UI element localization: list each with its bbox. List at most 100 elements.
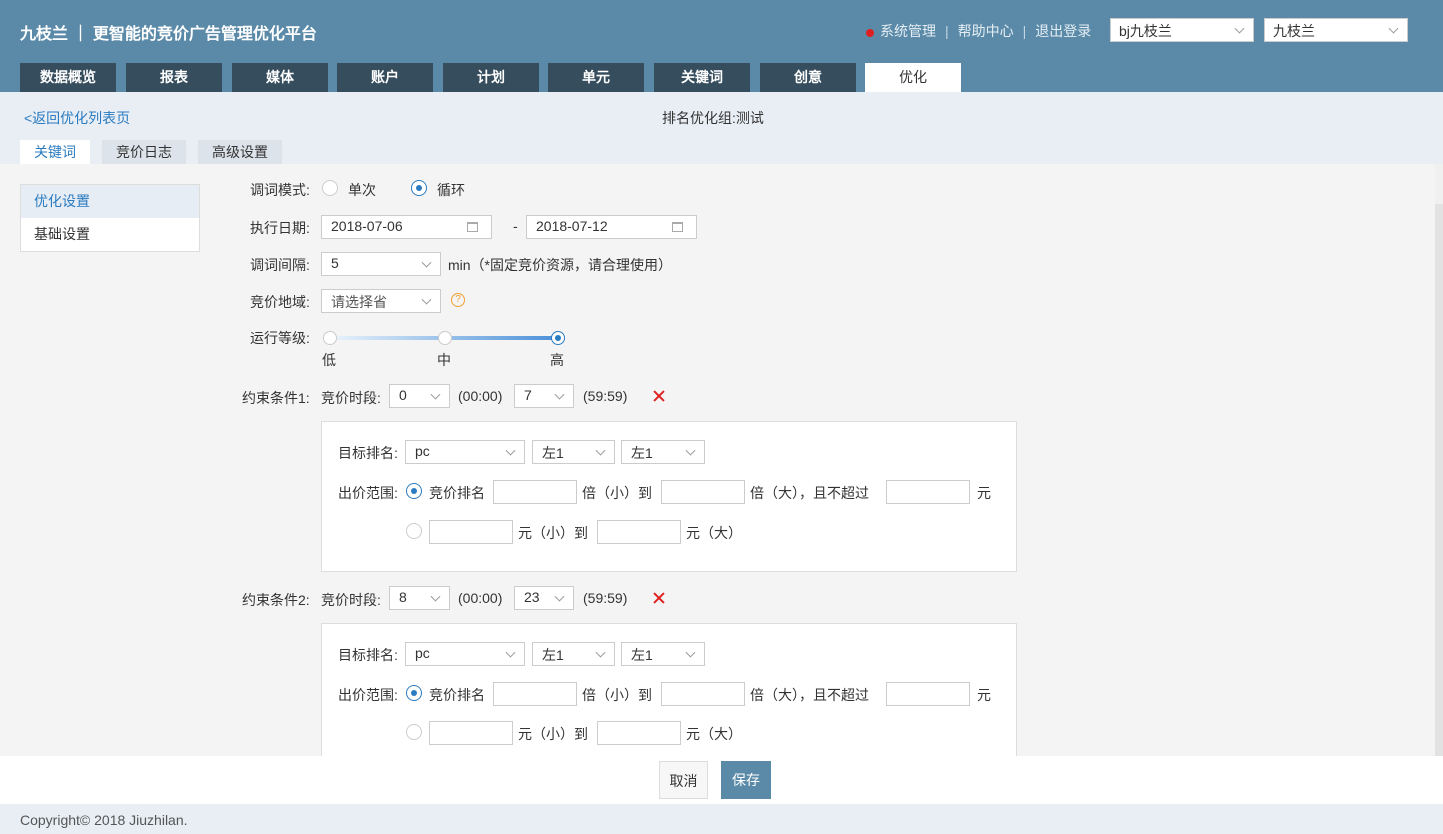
condition-2-period-label: 竞价时段: bbox=[321, 592, 381, 608]
condition-1-period-label: 竞价时段: bbox=[321, 390, 381, 406]
nav-tab-keywords[interactable]: 关键词 bbox=[654, 63, 750, 92]
chevron-down-icon bbox=[595, 445, 606, 456]
help-icon[interactable]: ? bbox=[451, 293, 465, 307]
level-high-label: 高 bbox=[550, 352, 564, 368]
system-manage-link[interactable]: 系统管理 bbox=[880, 21, 936, 41]
vertical-scrollbar[interactable] bbox=[1435, 204, 1443, 756]
nav-tab-plan[interactable]: 计划 bbox=[443, 63, 539, 92]
mode-single-radio[interactable] bbox=[322, 180, 338, 196]
level-low-knob[interactable] bbox=[323, 331, 337, 345]
link-divider: | bbox=[1022, 23, 1027, 39]
condition-1-times-min-input[interactable] bbox=[493, 480, 577, 504]
chevron-down-icon bbox=[595, 647, 606, 658]
condition-2-yuan-min-input[interactable] bbox=[429, 721, 513, 745]
condition-1-limit-input[interactable] bbox=[886, 480, 970, 504]
condition-1-pos2-select[interactable]: 左1 bbox=[621, 440, 705, 464]
condition-2-rank-radio[interactable] bbox=[406, 685, 422, 701]
condition-2-pos1-select[interactable]: 左1 bbox=[532, 642, 615, 666]
nav-tab-account[interactable]: 账户 bbox=[337, 63, 433, 92]
interval-select[interactable]: 5 bbox=[321, 252, 441, 276]
chevron-down-icon bbox=[421, 294, 432, 305]
mode-single-label: 单次 bbox=[348, 182, 376, 198]
nav-tab-media[interactable]: 媒体 bbox=[232, 63, 328, 92]
level-mid-knob[interactable] bbox=[438, 331, 452, 345]
calendar-icon bbox=[672, 222, 683, 232]
condition-1-device-select[interactable]: pc bbox=[405, 440, 525, 464]
condition-2-end-hour-select[interactable]: 23 bbox=[514, 586, 574, 610]
cancel-button[interactable]: 取消 bbox=[659, 761, 708, 799]
condition-2-start-hour-select[interactable]: 8 bbox=[389, 586, 450, 610]
help-center-link[interactable]: 帮助中心 bbox=[958, 21, 1014, 41]
chevron-down-icon bbox=[430, 389, 441, 400]
condition-1-times-max-input[interactable] bbox=[661, 480, 745, 504]
condition-2-limit-input[interactable] bbox=[886, 682, 970, 706]
condition-2-yuan-unit: 元 bbox=[977, 687, 991, 703]
condition-2-device-select[interactable]: pc bbox=[405, 642, 525, 666]
mode-loop-radio[interactable] bbox=[411, 180, 427, 196]
region-label: 竞价地域: bbox=[250, 294, 310, 310]
chevron-down-icon bbox=[1388, 23, 1399, 34]
start-date-input[interactable]: 2018-07-06 bbox=[321, 215, 492, 239]
group-title: 排名优化组:测试 bbox=[662, 110, 764, 126]
condition-2-end-hour: 23 bbox=[524, 589, 540, 605]
condition-2-yuan-max-input[interactable] bbox=[597, 721, 681, 745]
subtab-keywords[interactable]: 关键词 bbox=[20, 140, 90, 164]
level-low-label: 低 bbox=[322, 352, 336, 368]
condition-1-yuan-min-input[interactable] bbox=[429, 520, 513, 544]
nav-tab-optimize[interactable]: 优化 bbox=[865, 63, 961, 92]
condition-1-yuan-unit: 元 bbox=[977, 485, 991, 501]
date-label: 执行日期: bbox=[250, 220, 310, 236]
condition-1-label: 约束条件1: bbox=[242, 390, 310, 406]
condition-1-yuan-radio[interactable] bbox=[406, 523, 422, 539]
condition-1-end-hour-select[interactable]: 7 bbox=[514, 384, 574, 408]
top-links: 系统管理 | 帮助中心 | 退出登录 bbox=[866, 21, 1091, 41]
condition-2-pos2-select[interactable]: 左1 bbox=[621, 642, 705, 666]
condition-1-times-big-limit: 倍（大），且不超过 bbox=[750, 485, 869, 501]
condition-1-start-hour-select[interactable]: 0 bbox=[389, 384, 450, 408]
chevron-down-icon bbox=[1234, 23, 1245, 34]
back-to-list-link[interactable]: <返回优化列表页 bbox=[24, 108, 130, 128]
condition-1-range-label: 出价范围: bbox=[338, 485, 398, 501]
settings-sidebar: 优化设置 基础设置 bbox=[20, 184, 200, 252]
logout-link[interactable]: 退出登录 bbox=[1035, 21, 1091, 41]
condition-1-delete-icon[interactable] bbox=[653, 390, 665, 402]
nav-tab-creative[interactable]: 创意 bbox=[760, 63, 856, 92]
subtab-bid-log[interactable]: 竞价日志 bbox=[102, 140, 186, 164]
save-button[interactable]: 保存 bbox=[721, 761, 771, 799]
condition-1-yuan-max-input[interactable] bbox=[597, 520, 681, 544]
condition-2-yuan-big: 元（大） bbox=[686, 726, 742, 742]
condition-1-pos1: 左1 bbox=[542, 445, 564, 461]
copyright-text: Copyright© 2018 Jiuzhilan. bbox=[0, 804, 1443, 834]
end-date-input[interactable]: 2018-07-12 bbox=[526, 215, 697, 239]
condition-2-rank-label: 竞价排名 bbox=[429, 687, 485, 703]
condition-2-times-min-input[interactable] bbox=[493, 682, 577, 706]
condition-2-times-max-input[interactable] bbox=[661, 682, 745, 706]
level-high-knob[interactable] bbox=[551, 331, 565, 345]
condition-1-pos2: 左1 bbox=[631, 445, 653, 461]
condition-1-target-label: 目标排名: bbox=[338, 445, 398, 461]
nav-tab-reports[interactable]: 报表 bbox=[126, 63, 222, 92]
condition-2-start-hour: 8 bbox=[399, 589, 407, 605]
level-label: 运行等级: bbox=[250, 330, 310, 346]
subtab-advanced[interactable]: 高级设置 bbox=[198, 140, 282, 164]
condition-1-pos1-select[interactable]: 左1 bbox=[532, 440, 615, 464]
account-select[interactable]: bj九枝兰 bbox=[1110, 18, 1254, 42]
chevron-down-icon bbox=[505, 445, 516, 456]
condition-1-rank-radio[interactable] bbox=[406, 483, 422, 499]
condition-2-delete-icon[interactable] bbox=[653, 592, 665, 604]
nav-tab-unit[interactable]: 单元 bbox=[548, 63, 644, 92]
link-divider: | bbox=[945, 23, 949, 39]
region-select[interactable]: 请选择省 bbox=[321, 289, 441, 313]
chevron-down-icon bbox=[421, 257, 432, 268]
condition-2-target-label: 目标排名: bbox=[338, 647, 398, 663]
nav-tab-overview[interactable]: 数据概览 bbox=[20, 63, 116, 92]
user-select[interactable]: 九枝兰 bbox=[1264, 18, 1408, 42]
condition-1-rank-label: 竞价排名 bbox=[429, 485, 485, 501]
interval-value: 5 bbox=[331, 255, 339, 271]
chevron-down-icon bbox=[554, 389, 565, 400]
condition-2-yuan-radio[interactable] bbox=[406, 724, 422, 740]
chevron-down-icon bbox=[554, 591, 565, 602]
sidebar-item-basic-settings[interactable]: 基础设置 bbox=[21, 218, 199, 251]
sidebar-item-optimize-settings[interactable]: 优化设置 bbox=[21, 185, 199, 218]
condition-1-yuan-small-to: 元（小）到 bbox=[518, 525, 588, 541]
